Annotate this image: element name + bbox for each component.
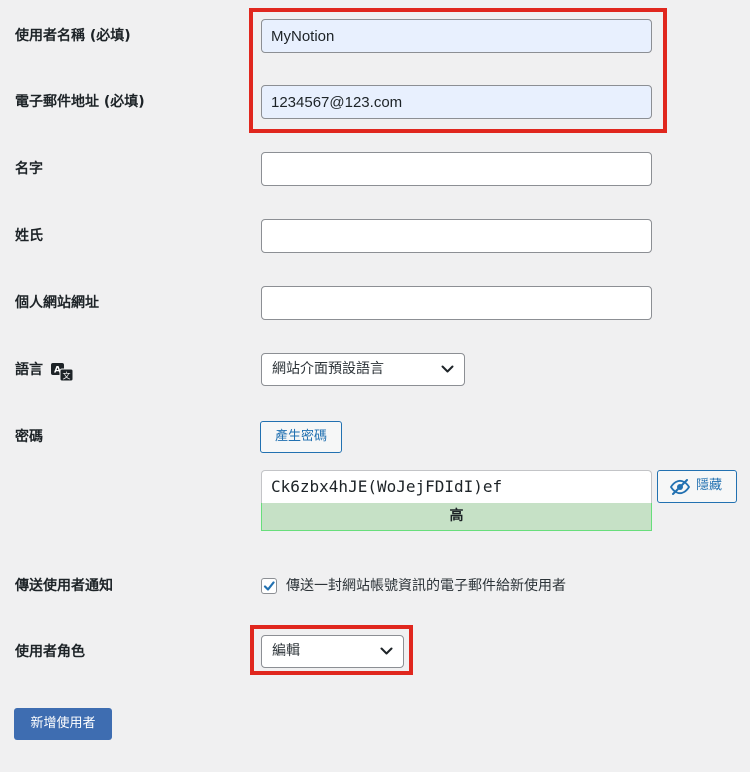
- hide-password-label: 隱藏: [696, 478, 723, 493]
- language-select-value: 網站介面預設語言: [272, 361, 384, 377]
- email-input[interactable]: [261, 85, 652, 119]
- generate-password-button[interactable]: 產生密碼: [260, 421, 342, 453]
- email-label: 電子郵件地址 (必填): [15, 94, 145, 110]
- chevron-down-icon: [380, 647, 393, 655]
- add-user-button[interactable]: 新增使用者: [14, 708, 112, 740]
- website-input[interactable]: [261, 286, 652, 320]
- translation-icon: A 文: [51, 363, 74, 382]
- notify-checkbox-label[interactable]: 傳送一封網站帳號資訊的電子郵件給新使用者: [286, 576, 566, 596]
- first-name-input[interactable]: [261, 152, 652, 186]
- svg-text:文: 文: [63, 371, 71, 381]
- username-input[interactable]: [261, 19, 652, 53]
- notify-label: 傳送使用者通知: [15, 578, 113, 594]
- password-input[interactable]: Ck6zbx4hJE(WoJejFDIdI)ef: [261, 470, 652, 503]
- password-strength-meter: 高: [261, 503, 652, 531]
- role-select[interactable]: 編輯: [261, 635, 404, 668]
- last-name-input[interactable]: [261, 219, 652, 253]
- username-label: 使用者名稱 (必填): [15, 28, 131, 44]
- hide-password-button[interactable]: 隱藏: [657, 470, 737, 503]
- role-select-value: 編輯: [272, 643, 300, 659]
- language-label: 語言: [15, 362, 43, 378]
- role-label: 使用者角色: [15, 644, 85, 660]
- password-label: 密碼: [15, 429, 43, 445]
- last-name-label: 姓氏: [15, 228, 43, 244]
- chevron-down-icon: [441, 365, 454, 373]
- language-select[interactable]: 網站介面預設語言: [261, 353, 465, 386]
- eye-slash-icon: [669, 479, 691, 495]
- first-name-label: 名字: [15, 161, 43, 177]
- notify-checkbox[interactable]: [261, 578, 277, 594]
- add-user-form: 使用者名稱 (必填) 電子郵件地址 (必填) 名字 姓氏 個人網站網址 語言 A…: [0, 0, 750, 772]
- checkmark-icon: [263, 581, 275, 591]
- website-label: 個人網站網址: [15, 295, 99, 311]
